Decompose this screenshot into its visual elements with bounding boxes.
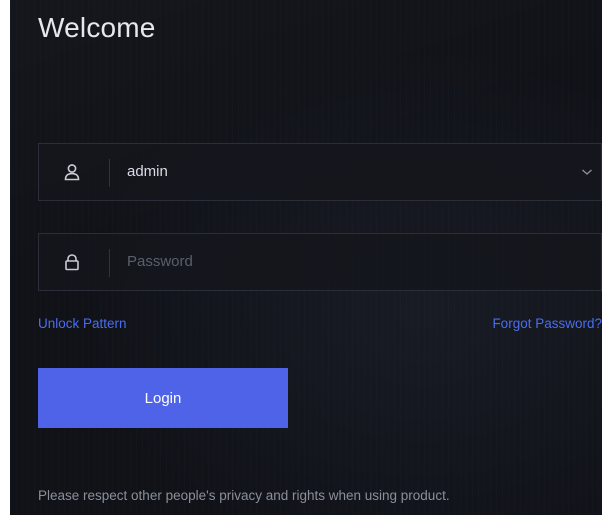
chevron-down-icon[interactable] (581, 167, 593, 177)
password-input[interactable] (127, 234, 547, 290)
username-field[interactable]: admin (38, 143, 602, 201)
username-value[interactable]: admin (127, 144, 168, 200)
field-separator (109, 249, 110, 277)
lock-icon (65, 254, 79, 271)
forgot-password-link[interactable]: Forgot Password? (492, 316, 602, 331)
login-panel: Welcome admin Unlock Pattern Forgot Pass… (10, 0, 602, 515)
password-field[interactable] (38, 233, 602, 291)
login-button[interactable]: Login (38, 368, 288, 428)
privacy-notice: Please respect other people's privacy an… (38, 488, 450, 503)
field-separator (109, 159, 110, 187)
user-icon (64, 164, 80, 181)
page-title: Welcome (38, 12, 156, 43)
unlock-pattern-link[interactable]: Unlock Pattern (38, 316, 127, 331)
